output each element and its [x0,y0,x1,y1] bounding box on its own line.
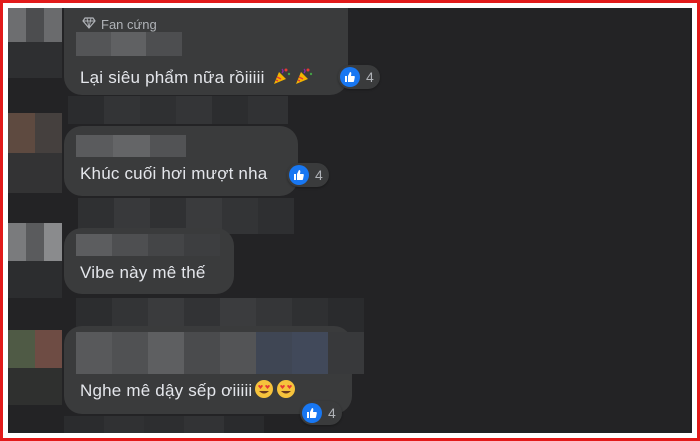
comment-text: Khúc cuối hơi mượt nha [80,164,268,183]
avatar[interactable] [8,8,62,78]
reaction-count: 4 [366,69,374,85]
commenter-name[interactable] [76,332,364,374]
comment-actions [68,96,288,124]
avatar[interactable] [8,223,62,298]
heart-eyes-icon [254,379,274,404]
party-popper-icon [272,66,292,91]
comment-actions [64,416,364,433]
like-icon [340,67,360,87]
comment-text: Lại siêu phẩm nữa rồiiiii [80,66,314,91]
commenter-name[interactable] [76,135,186,157]
comment-text: Vibe này mê thế [80,263,206,282]
reaction-count: 4 [315,167,323,183]
comment-text-content: Lại siêu phẩm nữa rồiiiii [80,68,265,87]
reaction-summary[interactable]: 4 [338,65,380,89]
avatar[interactable] [8,330,62,405]
commenter-name[interactable] [76,32,182,56]
heart-eyes-icon [276,379,296,404]
like-icon [289,165,309,185]
party-popper-icon [294,66,314,91]
comment-text-content: Nghe mê dậy sếp ơiiiii [80,381,253,400]
comment-text: Nghe mê dậy sếp ơiiiii [80,379,296,404]
reaction-summary[interactable]: 4 [287,163,329,187]
avatar[interactable] [8,113,62,193]
fan-badge: Fan cứng [101,17,157,32]
comment-thread: Fan cứng Lại siêu phẩm nữa rồiiiii 4 Khú… [8,8,692,433]
commenter-name[interactable] [76,234,220,256]
screenshot-frame: Fan cứng Lại siêu phẩm nữa rồiiiii 4 Khú… [0,0,700,441]
